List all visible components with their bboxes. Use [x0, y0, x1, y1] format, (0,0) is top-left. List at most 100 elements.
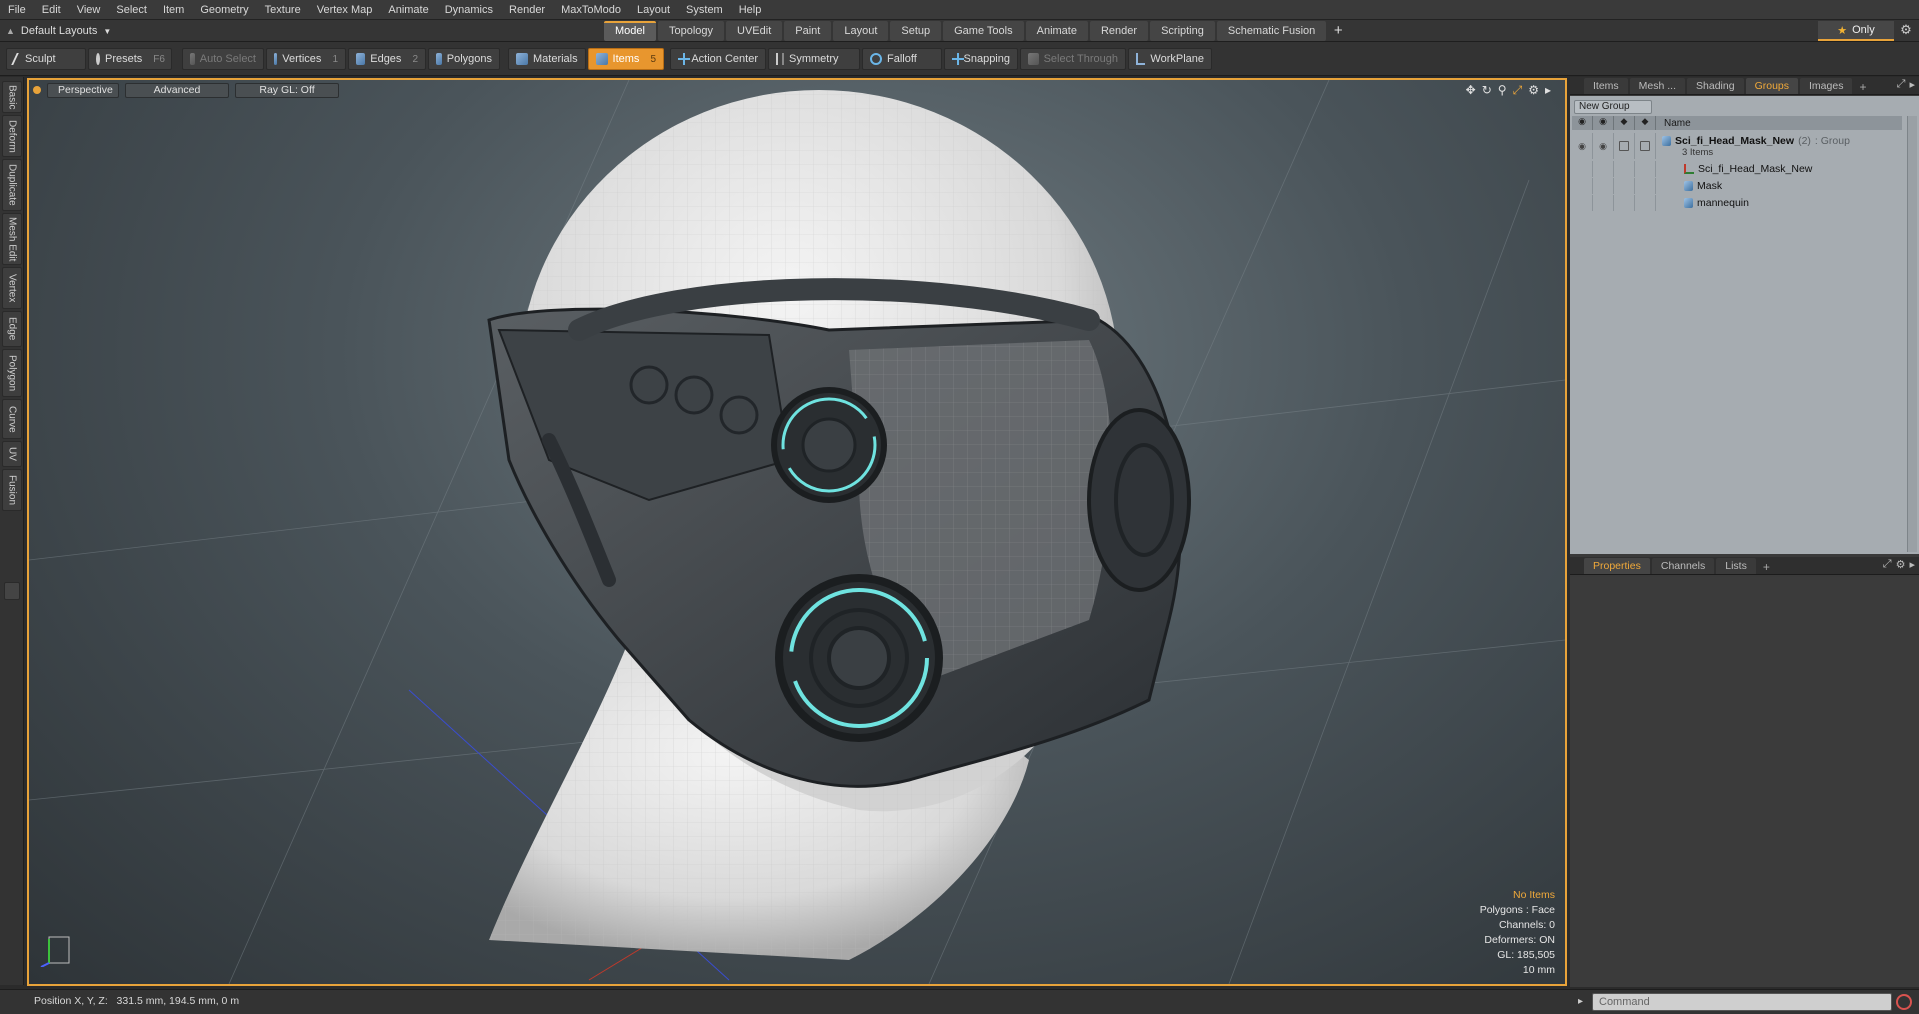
menu-geometry[interactable]: Geometry: [192, 0, 256, 20]
viewport-menu-icon[interactable]: [33, 86, 41, 94]
tab-animate[interactable]: Animate: [1025, 21, 1088, 41]
fit-view-icon[interactable]: ⤢: [1513, 83, 1523, 98]
tab-properties[interactable]: Properties: [1584, 558, 1650, 574]
auto-select-label: Auto Select: [199, 53, 256, 65]
tab-groups[interactable]: Groups: [1745, 78, 1799, 94]
layout-switcher[interactable]: ▲ Default Layouts ▼: [6, 22, 111, 40]
vtab-vertex[interactable]: Vertex: [2, 267, 22, 309]
tab-layout[interactable]: Layout: [833, 21, 889, 41]
symmetry-button[interactable]: Symmetry: [768, 48, 860, 70]
menu-render[interactable]: Render: [501, 0, 553, 20]
items-label: Items: [612, 53, 640, 65]
view-type-dropdown[interactable]: Perspective: [47, 83, 119, 98]
only-button[interactable]: ★ Only: [1818, 21, 1894, 41]
menu-vertex-map[interactable]: Vertex Map: [309, 0, 381, 20]
vtab-curve[interactable]: Curve: [2, 399, 22, 439]
add-tab-icon[interactable]: +: [1328, 21, 1348, 41]
name-column-header[interactable]: Name: [1656, 118, 1691, 129]
new-group-button[interactable]: New Group: [1574, 100, 1652, 114]
panel-menu-icon[interactable]: ▸: [1909, 78, 1915, 91]
workplane-button[interactable]: WorkPlane: [1128, 48, 1212, 70]
group-row[interactable]: ◉ ◉ Sci_fi_Head_Mask_New (2) : Group 3 I…: [1572, 133, 1902, 159]
snapping-button[interactable]: Snapping: [944, 48, 1018, 70]
list-item[interactable]: Mask: [1572, 178, 1902, 194]
materials-button[interactable]: Materials: [508, 48, 586, 70]
vertices-button[interactable]: Vertices 1: [266, 48, 346, 70]
menu-system[interactable]: System: [678, 0, 731, 20]
tab-topology[interactable]: Topology: [657, 21, 725, 41]
tab-shading[interactable]: Shading: [1687, 78, 1744, 94]
sculpt-button[interactable]: Sculpt: [6, 48, 86, 70]
items-button[interactable]: Items 5: [588, 48, 664, 70]
tab-paint[interactable]: Paint: [784, 21, 832, 41]
panel-menu-icon[interactable]: ▸: [1909, 558, 1915, 571]
add-panel-tab-icon[interactable]: +: [1758, 560, 1775, 574]
select-through-button[interactable]: Select Through: [1020, 48, 1126, 70]
expand-panel-icon[interactable]: ⤢: [1883, 558, 1892, 571]
menu-texture[interactable]: Texture: [257, 0, 309, 20]
tab-uvedit[interactable]: UVEdit: [726, 21, 783, 41]
toolbox-toggle-button[interactable]: [4, 582, 20, 600]
tab-game-tools[interactable]: Game Tools: [943, 21, 1024, 41]
stop-icon[interactable]: [1896, 994, 1912, 1010]
vtab-duplicate[interactable]: Duplicate: [2, 159, 22, 211]
tab-scripting[interactable]: Scripting: [1150, 21, 1215, 41]
tab-images[interactable]: Images: [1800, 78, 1853, 94]
tab-model[interactable]: Model: [604, 21, 656, 41]
menu-maxtomodo[interactable]: MaxToModo: [553, 0, 629, 20]
vtab-uv[interactable]: UV: [2, 441, 22, 467]
select-checkbox[interactable]: [1635, 133, 1656, 159]
groups-scrollbar[interactable]: [1907, 116, 1917, 552]
presets-button[interactable]: Presets F6: [88, 48, 172, 70]
move-view-icon[interactable]: ✥: [1466, 83, 1476, 98]
list-item[interactable]: mannequin: [1572, 195, 1902, 211]
tab-lists[interactable]: Lists: [1716, 558, 1756, 574]
tab-channels[interactable]: Channels: [1651, 558, 1715, 574]
menu-item[interactable]: Item: [155, 0, 192, 20]
menu-layout[interactable]: Layout: [629, 0, 678, 20]
tab-render[interactable]: Render: [1089, 21, 1149, 41]
menu-dynamics[interactable]: Dynamics: [437, 0, 501, 20]
action-center-icon: [678, 53, 691, 65]
command-input[interactable]: [1592, 993, 1892, 1011]
expand-panel-icon[interactable]: ⤢: [1897, 78, 1906, 91]
visibility-toggle-icon[interactable]: ◉: [1572, 133, 1593, 159]
falloff-button[interactable]: Falloff: [862, 48, 942, 70]
edges-button[interactable]: Edges 2: [348, 48, 426, 70]
vtab-mesh-edit[interactable]: Mesh Edit: [2, 213, 22, 265]
panel-gear-icon[interactable]: ⚙: [1896, 558, 1906, 571]
gear-icon[interactable]: ⚙: [1897, 22, 1915, 40]
polygons-button[interactable]: Polygons: [428, 48, 500, 70]
vtab-deform[interactable]: Deform: [2, 115, 22, 157]
tab-items[interactable]: Items: [1584, 78, 1628, 94]
menu-file[interactable]: File: [0, 0, 34, 20]
menu-edit[interactable]: Edit: [34, 0, 69, 20]
list-item[interactable]: Sci_fi_Head_Mask_New: [1572, 161, 1902, 177]
menu-select[interactable]: Select: [108, 0, 155, 20]
tab-setup[interactable]: Setup: [890, 21, 942, 41]
command-history-icon[interactable]: ▸: [1578, 996, 1583, 1007]
vtab-edge[interactable]: Edge: [2, 311, 22, 347]
zoom-view-icon[interactable]: ⚲: [1498, 83, 1507, 98]
action-center-button[interactable]: Action Center: [670, 48, 766, 70]
vtab-fusion[interactable]: Fusion: [2, 469, 22, 511]
vtab-polygon[interactable]: Polygon: [2, 349, 22, 397]
add-panel-tab-icon[interactable]: +: [1854, 80, 1871, 94]
tab-schematic-fusion[interactable]: Schematic Fusion: [1216, 21, 1327, 41]
tab-mesh[interactable]: Mesh ...: [1629, 78, 1686, 94]
render-toggle-icon[interactable]: ◉: [1593, 133, 1614, 159]
3d-viewport[interactable]: Perspective Advanced Ray GL: Off ✥ ↻ ⚲ ⤢…: [27, 78, 1567, 986]
viewport-gear-icon[interactable]: ⚙: [1528, 83, 1539, 98]
vtab-basic[interactable]: Basic: [2, 81, 22, 113]
shading-dropdown[interactable]: Advanced: [125, 83, 229, 98]
raygl-dropdown[interactable]: Ray GL: Off: [235, 83, 339, 98]
collapse-up-icon[interactable]: ▲: [6, 26, 15, 36]
rotate-view-icon[interactable]: ↻: [1482, 83, 1492, 98]
info-gl: GL: 185,505: [1497, 949, 1555, 961]
lock-checkbox[interactable]: [1614, 133, 1635, 159]
menu-animate[interactable]: Animate: [380, 0, 436, 20]
menu-help[interactable]: Help: [731, 0, 770, 20]
auto-select-button[interactable]: Auto Select: [182, 48, 264, 70]
viewport-expand-icon[interactable]: ▸: [1545, 83, 1551, 98]
menu-view[interactable]: View: [69, 0, 109, 20]
